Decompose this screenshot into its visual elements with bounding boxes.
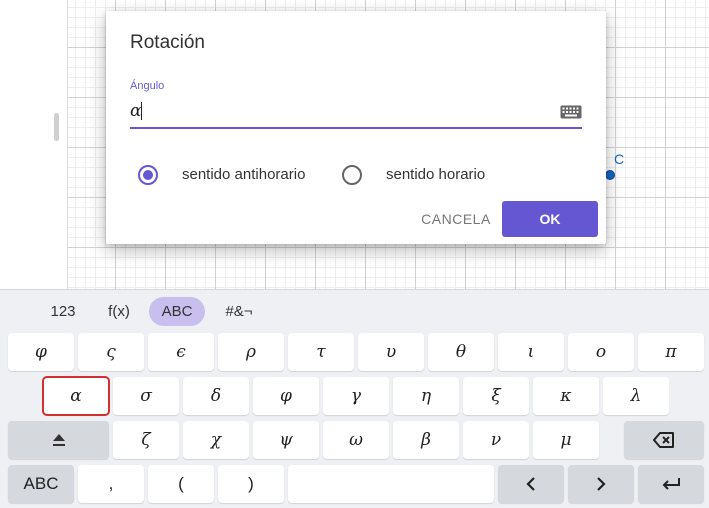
angle-label: Ángulo	[130, 80, 165, 92]
key-omega[interactable]: ω	[323, 421, 389, 459]
arrow-left-icon	[526, 477, 535, 491]
keyboard-icon[interactable]	[560, 105, 582, 119]
key-nu[interactable]: ν	[463, 421, 529, 459]
key-left-paren[interactable]: (	[148, 465, 214, 503]
ok-button[interactable]: OK	[502, 201, 598, 237]
arrow-right-icon	[597, 477, 606, 491]
space-key[interactable]	[288, 465, 494, 503]
key-lambda[interactable]: λ	[603, 377, 669, 415]
angle-value: α	[130, 101, 142, 121]
angle-input[interactable]: α	[130, 99, 582, 129]
key-gamma[interactable]: γ	[323, 377, 389, 415]
key-upsilon[interactable]: υ	[358, 333, 424, 371]
key-psi[interactable]: ψ	[253, 421, 319, 459]
key-theta[interactable]: θ	[428, 333, 494, 371]
key-xi[interactable]: ξ	[463, 377, 529, 415]
key-varphi[interactable]: φ	[253, 377, 319, 415]
dialog-title: Rotación	[130, 32, 205, 53]
key-alpha[interactable]: α	[42, 376, 110, 416]
tab-functions[interactable]: f(x)	[96, 297, 142, 326]
arrow-left-key[interactable]	[498, 465, 564, 503]
key-sigma[interactable]: σ	[113, 377, 179, 415]
key-phi[interactable]: φ	[8, 333, 74, 371]
key-delta[interactable]: δ	[183, 377, 249, 415]
enter-key[interactable]	[638, 465, 704, 503]
radio-clockwise-label: sentido horario	[386, 166, 486, 183]
tab-numbers[interactable]: 123	[40, 297, 86, 326]
key-iota[interactable]: ι	[498, 333, 564, 371]
abc-key[interactable]: ABC	[8, 465, 74, 503]
cancel-button[interactable]: CANCELA	[412, 207, 500, 231]
key-rho[interactable]: ρ	[218, 333, 284, 371]
text-caret	[141, 102, 142, 120]
key-chi[interactable]: χ	[183, 421, 249, 459]
virtual-keyboard: 123 f(x) ABC #&¬ φ ς ϵ ρ τ υ θ ι ο π α σ…	[0, 289, 709, 508]
arrow-right-key[interactable]	[568, 465, 634, 503]
key-epsilon[interactable]: ϵ	[148, 333, 214, 371]
algebra-panel	[0, 0, 68, 289]
backspace-key[interactable]	[624, 421, 704, 459]
point-c[interactable]	[605, 170, 615, 180]
key-comma[interactable]: ,	[78, 465, 144, 503]
key-tau[interactable]: τ	[288, 333, 354, 371]
rotation-dialog: Rotación Ángulo α sentido antihorario se…	[106, 11, 606, 244]
key-right-paren[interactable]: )	[218, 465, 284, 503]
key-beta[interactable]: β	[393, 421, 459, 459]
shift-icon	[52, 434, 65, 446]
tab-symbols[interactable]: #&¬	[214, 297, 264, 326]
backspace-icon	[653, 432, 674, 448]
radio-counterclockwise-label: sentido antihorario	[182, 166, 306, 183]
key-final-sigma[interactable]: ς	[78, 333, 144, 371]
key-mu[interactable]: μ	[533, 421, 599, 459]
shift-key[interactable]	[8, 421, 109, 459]
key-eta[interactable]: η	[393, 377, 459, 415]
key-omicron[interactable]: ο	[568, 333, 634, 371]
tab-abc[interactable]: ABC	[149, 297, 205, 326]
key-pi[interactable]: π	[638, 333, 704, 371]
radio-clockwise[interactable]	[342, 165, 362, 185]
key-zeta[interactable]: ζ	[113, 421, 179, 459]
key-kappa[interactable]: κ	[533, 377, 599, 415]
point-c-label: C	[614, 151, 625, 167]
panel-resize-handle[interactable]	[54, 113, 59, 141]
enter-icon	[662, 478, 680, 490]
radio-counterclockwise[interactable]	[138, 165, 158, 185]
